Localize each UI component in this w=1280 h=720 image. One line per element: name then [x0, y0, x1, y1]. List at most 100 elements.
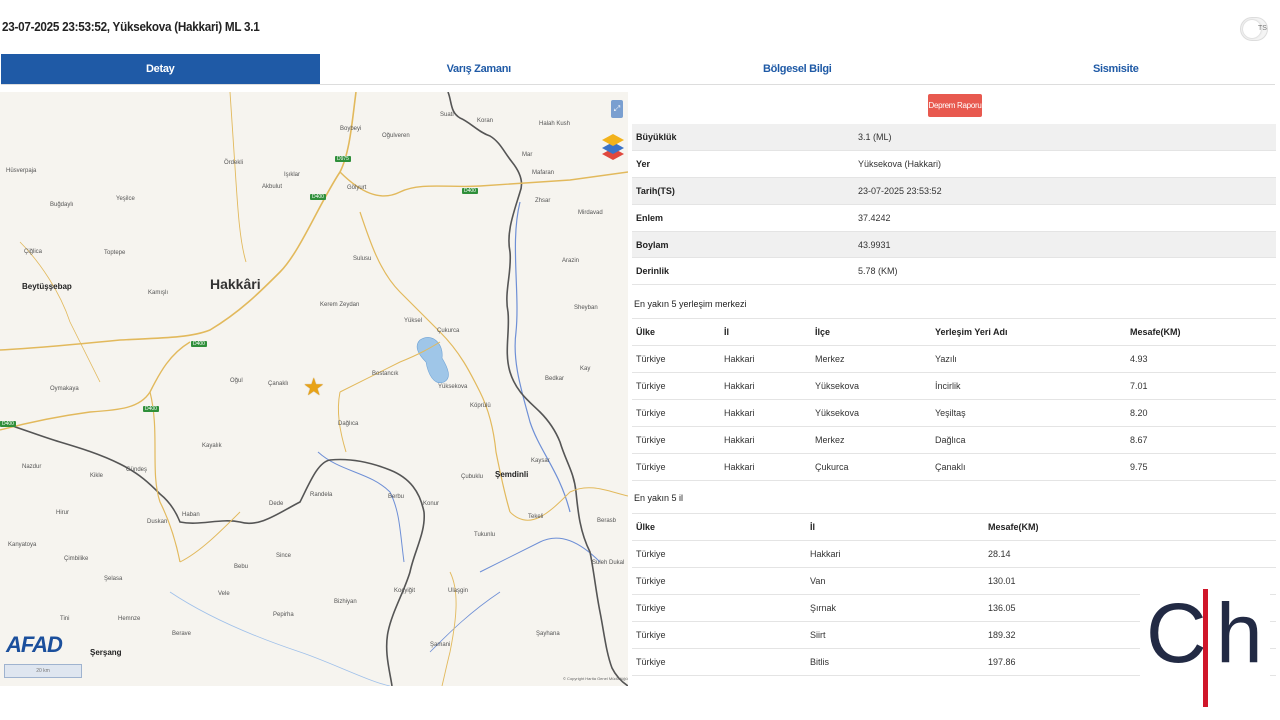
map-label: Oğulveren	[382, 133, 410, 139]
column-header: İl	[806, 513, 984, 541]
cell: Siirt	[810, 630, 826, 640]
map-label: Randela	[310, 492, 333, 498]
table-row: Büyüklük 3.1 (ML)	[632, 124, 1276, 151]
map-label: Yeşilce	[116, 196, 135, 202]
cell: Türkiye	[636, 435, 666, 445]
map-label: Buğdaylı	[50, 202, 74, 208]
detail-key: Büyüklük	[636, 132, 677, 143]
map-label: Mirdavad	[578, 210, 603, 216]
table-row: Derinlik 5.78 (KM)	[632, 258, 1276, 285]
earthquake-report-button[interactable]: Deprem Raporu	[928, 94, 982, 117]
map-label: Pepirha	[273, 612, 294, 618]
detail-value: 3.1 (ML)	[858, 132, 892, 143]
road-badge: D975	[335, 156, 351, 162]
map-label: Boybeyi	[340, 126, 362, 132]
toggle-label: TS	[1258, 25, 1267, 32]
cell: Yüksekova	[815, 408, 860, 418]
fullscreen-icon[interactable]: ⤢	[611, 100, 623, 118]
road-badge: D400	[191, 341, 207, 347]
map-label: Oymakaya	[50, 386, 79, 392]
layers-icon[interactable]	[601, 130, 625, 162]
map-label: Şayhana	[536, 631, 560, 637]
map-label: Kayalık	[202, 443, 222, 449]
table-row: Türkiye Hakkari 28.14	[632, 541, 1276, 568]
map-label: Nazdur	[22, 464, 42, 470]
cell: Türkiye	[636, 630, 666, 640]
cell: Çukurca	[815, 462, 849, 472]
detail-key: Tarih(TS)	[636, 185, 675, 196]
tab-detay[interactable]: Detay	[1, 54, 320, 84]
map-label: Sulusu	[353, 256, 372, 262]
detail-table: Büyüklük 3.1 (ML) Yer Yüksekova (Hakkari) …	[632, 124, 1276, 285]
cell: 8.67	[1130, 435, 1148, 445]
cell: 8.20	[1130, 408, 1148, 418]
map-label: Duskan	[147, 519, 168, 525]
cell: Türkiye	[636, 576, 666, 586]
cell: Van	[810, 576, 826, 586]
logo-divider	[1203, 589, 1208, 707]
map-label: Bebu	[234, 564, 249, 570]
map-label: Mafaran	[532, 170, 555, 176]
cell: Türkiye	[636, 603, 666, 613]
detail-value: 43.9931	[858, 239, 891, 250]
page-title: 23-07-2025 23:53:52, Yüksekova (Hakkari)…	[2, 19, 260, 34]
tab-varis-zamani[interactable]: Varış Zamanı	[320, 54, 639, 84]
table-row: Türkiye Hakkari Yüksekova Yeşiltaş 8.20	[632, 400, 1276, 427]
column-header: Ülke	[632, 513, 806, 541]
map-label: Kerem Zeydan	[320, 302, 360, 308]
map-label: Berasb	[597, 518, 617, 524]
column-header: İlçe	[811, 318, 931, 346]
map-label: Konur	[423, 501, 440, 507]
table-row: Yer Yüksekova (Hakkari)	[632, 151, 1276, 178]
map-label: Yüksekova	[438, 384, 468, 390]
map-label: Kaysar	[531, 458, 550, 464]
map-label: Kay	[580, 366, 591, 372]
detail-value: Yüksekova (Hakkari)	[858, 159, 942, 170]
column-header: Ülke	[632, 318, 720, 346]
map-label: Ulaşgin	[448, 588, 469, 594]
map-label: Çubuklu	[461, 474, 484, 480]
detail-key: Yer	[636, 159, 651, 170]
map-label: Sheyban	[574, 305, 598, 311]
tab-sismisite[interactable]: Sismisite	[957, 54, 1276, 84]
map-label: Çimbilike	[64, 556, 89, 562]
map-label: Tukunlu	[474, 532, 496, 538]
column-header: Yerleşim Yeri Adı	[931, 318, 1126, 346]
cell: Türkiye	[636, 381, 666, 391]
tab-bolgesel-bilgi[interactable]: Bölgesel Bilgi	[638, 54, 957, 84]
logo-letter-c: C	[1146, 586, 1207, 680]
table-header-row: Ülke İl Mesafe(KM)	[632, 513, 1276, 541]
table-row: Türkiye Hakkari Merkez Dağlıca 8.67	[632, 427, 1276, 454]
map-label: Haban	[182, 512, 200, 518]
map-label: Kanyatoya	[8, 542, 37, 548]
epicenter-star-icon[interactable]: ★	[303, 376, 325, 400]
cell: Yazılı	[935, 354, 957, 364]
cell: Hakkari	[724, 381, 755, 391]
detail-key: Boylam	[636, 239, 669, 250]
tab-bar: Detay Varış Zamanı Bölgesel Bilgi Sismis…	[1, 54, 1275, 85]
map-label: Akbulut	[262, 184, 283, 190]
map-label: Çanaklı	[268, 381, 289, 387]
map-label: Işıklar	[284, 172, 301, 178]
map-label: Köprülü	[470, 403, 491, 409]
ch-watermark-logo: C h	[1140, 587, 1270, 707]
cell: Hakkari	[724, 435, 755, 445]
road-badge: D400	[0, 421, 16, 427]
detail-value: 23-07-2025 23:53:52	[858, 185, 942, 196]
map-label: Berave	[172, 631, 192, 637]
column-header: Mesafe(KM)	[984, 513, 1276, 541]
map-label: Gündeş	[126, 467, 148, 473]
provinces-title: En yakın 5 il	[634, 493, 684, 503]
map-label: Tekeli	[528, 514, 544, 520]
table-row: Boylam 43.9931	[632, 231, 1276, 258]
map-label: Gölyurt	[347, 185, 367, 191]
cell: İncirlik	[935, 381, 961, 391]
map-label: Çukurca	[437, 328, 460, 334]
earthquake-map[interactable]: Hakkâri Beytüşşebap Şemdinli Şerşang Hüs…	[0, 92, 628, 686]
table-header-row: Ülke İl İlçe Yerleşim Yeri Adı Mesafe(KM…	[632, 318, 1276, 346]
map-label: Koran	[477, 118, 494, 124]
settlements-title: En yakın 5 yerleşim merkezi	[634, 299, 747, 309]
cell: Merkez	[815, 435, 845, 445]
table-row: Enlem 37.4242	[632, 204, 1276, 232]
table-row: Türkiye Hakkari Yüksekova İncirlik 7.01	[632, 373, 1276, 400]
